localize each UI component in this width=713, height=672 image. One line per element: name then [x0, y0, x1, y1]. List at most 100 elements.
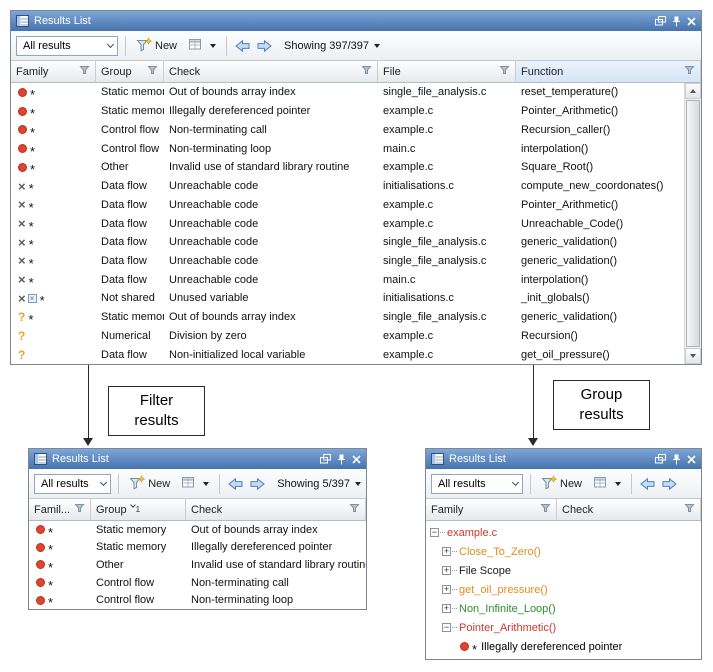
tree-row[interactable]: +Non_Infinite_Loop() — [426, 599, 701, 618]
table-row[interactable]: *Static memoryIllegally dereferenced poi… — [29, 539, 366, 557]
results-scope-dropdown[interactable]: All results — [431, 474, 523, 494]
filter-icon[interactable] — [499, 65, 510, 78]
next-result-button[interactable] — [661, 476, 678, 492]
filter-icon[interactable] — [349, 503, 360, 516]
table-row[interactable]: *Static memoryOut of bounds array indexs… — [11, 83, 684, 102]
filter-icon[interactable] — [361, 65, 372, 78]
table-row[interactable]: ?Data flowNon-initialized local variable… — [11, 345, 684, 364]
scroll-down-button[interactable] — [685, 348, 701, 364]
cell-file: initialisations.c — [378, 180, 516, 192]
collapse-icon[interactable]: − — [442, 623, 451, 632]
previous-result-button[interactable] — [234, 38, 251, 54]
table-row[interactable]: *OtherInvalid use of standard library ro… — [11, 158, 684, 177]
pin-icon[interactable] — [337, 454, 346, 465]
scrollbar-thumb[interactable] — [686, 100, 700, 347]
title-bar[interactable]: Results List — [29, 449, 366, 469]
column-label: Check — [562, 504, 593, 516]
table-row[interactable]: ×*Data flowUnreachable codesingle_file_a… — [11, 233, 684, 252]
column-header-function[interactable]: Function — [516, 61, 701, 82]
float-window-icon[interactable] — [655, 16, 666, 26]
table-row[interactable]: ×*Data flowUnreachable codeexample.cPoin… — [11, 195, 684, 214]
next-result-button[interactable] — [249, 476, 266, 492]
table-row[interactable]: *Control flowNon-terminating call — [29, 574, 366, 592]
column-header-file[interactable]: File — [378, 61, 516, 82]
filter-icon[interactable] — [74, 503, 85, 516]
table-row[interactable]: *Control flowNon-terminating callexample… — [11, 120, 684, 139]
table-row[interactable]: *Static memoryOut of bounds array index — [29, 521, 366, 539]
next-result-button[interactable] — [256, 38, 273, 54]
collapse-icon[interactable]: − — [430, 528, 439, 537]
previous-result-button[interactable] — [639, 476, 656, 492]
tree-row[interactable]: *Illegally dereferenced pointer — [426, 637, 701, 656]
filter-icon[interactable] — [684, 503, 695, 516]
tree-row[interactable]: +File Scope — [426, 561, 701, 580]
table-row[interactable]: ?*Static memoryOut of bounds array index… — [11, 308, 684, 327]
table-row[interactable]: *Control flowNon-terminating loopmain.ci… — [11, 139, 684, 158]
close-icon[interactable] — [687, 17, 696, 26]
cell-group: Control flow — [91, 577, 186, 589]
tree-row[interactable]: +get_oil_pressure() — [426, 580, 701, 599]
columns-options-button[interactable] — [178, 473, 212, 494]
new-result-star: * — [29, 205, 34, 210]
table-row[interactable]: ×*Data flowUnreachable codemain.cinterpo… — [11, 270, 684, 289]
column-header-family[interactable]: Famil... — [29, 499, 91, 520]
previous-result-button[interactable] — [227, 476, 244, 492]
close-icon[interactable] — [352, 455, 361, 464]
results-scope-dropdown[interactable]: All results — [34, 474, 111, 494]
float-window-icon[interactable] — [320, 454, 331, 464]
table-row[interactable]: *OtherInvalid use of standard library ro… — [29, 556, 366, 574]
new-filter-button[interactable]: New — [133, 35, 180, 57]
tree-row[interactable]: −example.c — [426, 523, 701, 542]
results-scope-dropdown[interactable]: All results — [16, 36, 118, 56]
cell-check: Non-terminating loop — [164, 143, 378, 155]
title-bar[interactable]: Results List — [426, 449, 701, 469]
column-header-group[interactable]: Group — [96, 61, 164, 82]
column-header-family[interactable]: Family — [426, 499, 557, 520]
tree-row[interactable]: −Pointer_Arithmetic() — [426, 618, 701, 637]
filter-icon[interactable] — [79, 65, 90, 78]
columns-options-button[interactable] — [185, 35, 219, 56]
close-icon[interactable] — [687, 455, 696, 464]
table-row[interactable]: *Static memoryIllegally dereferenced poi… — [11, 102, 684, 121]
cell-file: example.c — [378, 124, 516, 136]
new-filter-button[interactable]: New — [126, 473, 173, 495]
column-header-family[interactable]: Family — [11, 61, 96, 82]
title-bar[interactable]: Results List — [11, 11, 701, 31]
toolbar-separator — [219, 474, 220, 494]
showing-count-dropdown[interactable]: Showing 397/397 — [284, 40, 380, 52]
columns-options-button[interactable] — [590, 473, 624, 494]
expand-icon[interactable]: + — [442, 547, 451, 556]
column-header-check[interactable]: Check — [186, 499, 366, 520]
filter-icon[interactable] — [147, 65, 158, 78]
table-row[interactable]: ×*Data flowUnreachable codeinitialisatio… — [11, 177, 684, 196]
float-window-icon[interactable] — [655, 454, 666, 464]
new-filter-label: New — [560, 478, 582, 490]
group-arrow-line — [533, 365, 534, 439]
table-row[interactable]: *Control flowNon-terminating loop — [29, 591, 366, 609]
showing-count-dropdown[interactable]: Showing 5/397 — [277, 478, 361, 490]
cell-family: ×* — [11, 256, 96, 265]
cell-group: Data flow — [96, 180, 164, 192]
expand-icon[interactable]: + — [442, 566, 451, 575]
tree-row[interactable]: +Close_To_Zero() — [426, 542, 701, 561]
red-check-icon — [36, 543, 45, 552]
filter-icon[interactable] — [684, 65, 695, 78]
column-header-check[interactable]: Check — [164, 61, 378, 82]
vertical-scrollbar[interactable] — [684, 83, 701, 364]
tree-connector — [452, 570, 457, 571]
table-row[interactable]: ?NumericalDivision by zeroexample.cRecur… — [11, 327, 684, 346]
filter-icon[interactable] — [540, 503, 551, 516]
table-row[interactable]: ×*Data flowUnreachable codesingle_file_a… — [11, 252, 684, 271]
pin-icon[interactable] — [672, 16, 681, 27]
pin-icon[interactable] — [672, 454, 681, 465]
table-row[interactable]: ×*Data flowUnreachable codeexample.cUnre… — [11, 214, 684, 233]
scroll-up-button[interactable] — [685, 83, 701, 99]
expand-icon[interactable]: + — [442, 585, 451, 594]
dropdown-arrow-icon — [355, 482, 361, 486]
expand-icon[interactable]: + — [442, 604, 451, 613]
column-header-check[interactable]: Check — [557, 499, 701, 520]
new-result-star: * — [30, 149, 35, 154]
table-row[interactable]: ××*Not sharedUnused variableinitialisati… — [11, 289, 684, 308]
new-filter-button[interactable]: New — [538, 473, 585, 495]
column-header-group[interactable]: Group 1 — [91, 499, 186, 520]
